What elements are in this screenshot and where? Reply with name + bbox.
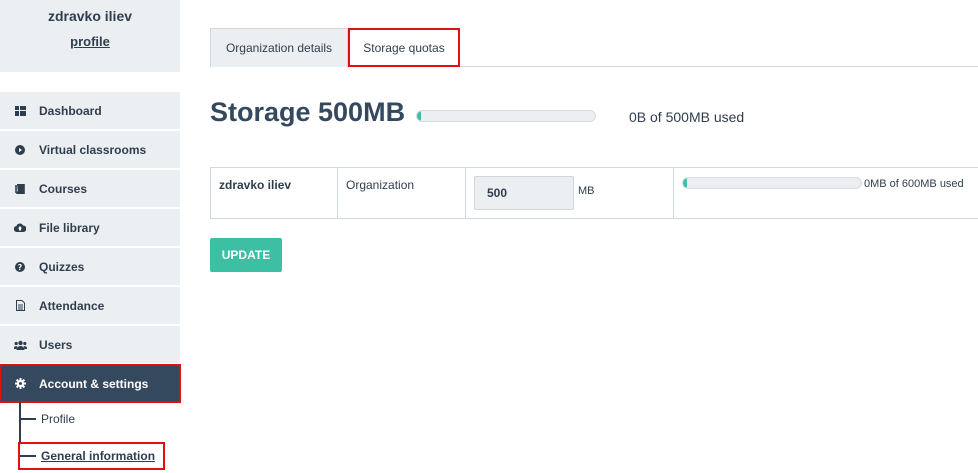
question-icon: ? xyxy=(13,260,27,274)
profile-link[interactable]: profile xyxy=(0,34,180,49)
submenu-item-label: Profile xyxy=(41,412,76,426)
quota-owner-type: Organization xyxy=(346,178,415,192)
storage-title: Storage 500MB xyxy=(210,97,406,127)
tab-storage-quotas[interactable]: Storage quotas xyxy=(348,28,460,67)
table-cell-quota: MB xyxy=(466,168,674,218)
quota-table: zdravko iliev Organization MB 0MB of 600… xyxy=(210,167,978,219)
table-cell-usage: 0MB of 600MB used xyxy=(674,168,978,218)
sidebar-item-label: Virtual classrooms xyxy=(39,142,147,157)
sidebar: zdravko iliev profile Dashboard Virtual … xyxy=(0,0,181,473)
sidebar-item-dashboard[interactable]: Dashboard xyxy=(0,92,180,129)
update-button[interactable]: UPDATE xyxy=(210,238,282,272)
cloud-upload-icon xyxy=(13,221,27,235)
book-icon xyxy=(13,182,27,196)
table-cell-type: Organization xyxy=(338,168,466,218)
sidebar-item-attendance[interactable]: Attendance xyxy=(0,287,180,324)
document-icon xyxy=(13,299,27,313)
tab-organization-details[interactable]: Organization details xyxy=(210,28,348,67)
play-icon xyxy=(13,143,27,157)
users-icon xyxy=(13,338,27,352)
storage-progress-bar xyxy=(416,110,596,122)
sidebar-item-label: Dashboard xyxy=(39,103,102,118)
user-box: zdravko iliev profile xyxy=(0,0,180,72)
sidebar-item-label: Quizzes xyxy=(39,259,85,274)
dashboard-icon xyxy=(13,104,27,118)
user-name: zdravko iliev xyxy=(47,8,133,24)
table-cell-name: zdravko iliev xyxy=(211,168,338,218)
gear-icon xyxy=(13,377,27,391)
sidebar-item-label: Courses xyxy=(39,181,88,196)
usage-progress-fill xyxy=(683,178,687,188)
tree-branch xyxy=(20,418,36,420)
sidebar-item-courses[interactable]: Courses xyxy=(0,170,180,207)
usage-progress-bar xyxy=(682,177,862,189)
sidebar-item-label: File library xyxy=(39,220,100,235)
submenu-item-label: General information xyxy=(41,449,156,463)
svg-text:?: ? xyxy=(18,263,23,272)
submenu-item-general-information[interactable]: General information xyxy=(17,442,166,470)
tree-branch xyxy=(20,455,36,457)
storage-used-text: 0B of 500MB used xyxy=(629,109,745,125)
sidebar-item-label: Users xyxy=(39,337,73,352)
sidebar-item-virtual-classrooms[interactable]: Virtual classrooms xyxy=(0,131,180,168)
sidebar-item-users[interactable]: Users xyxy=(0,326,180,363)
sidebar-item-account-settings[interactable]: Account & settings xyxy=(0,364,181,403)
sidebar-item-label: Attendance xyxy=(39,298,105,313)
usage-text: 0MB of 600MB used xyxy=(864,178,964,190)
quota-unit: MB xyxy=(578,185,595,197)
submenu-item-profile[interactable]: Profile xyxy=(20,412,75,426)
quota-owner-name: zdravko iliev xyxy=(219,178,292,192)
quota-input[interactable] xyxy=(474,176,574,210)
sidebar-item-file-library[interactable]: File library xyxy=(0,209,180,246)
sidebar-item-label: Account & settings xyxy=(39,376,149,391)
sidebar-item-quizzes[interactable]: ? Quizzes xyxy=(0,248,180,285)
storage-progress-fill xyxy=(417,111,421,121)
